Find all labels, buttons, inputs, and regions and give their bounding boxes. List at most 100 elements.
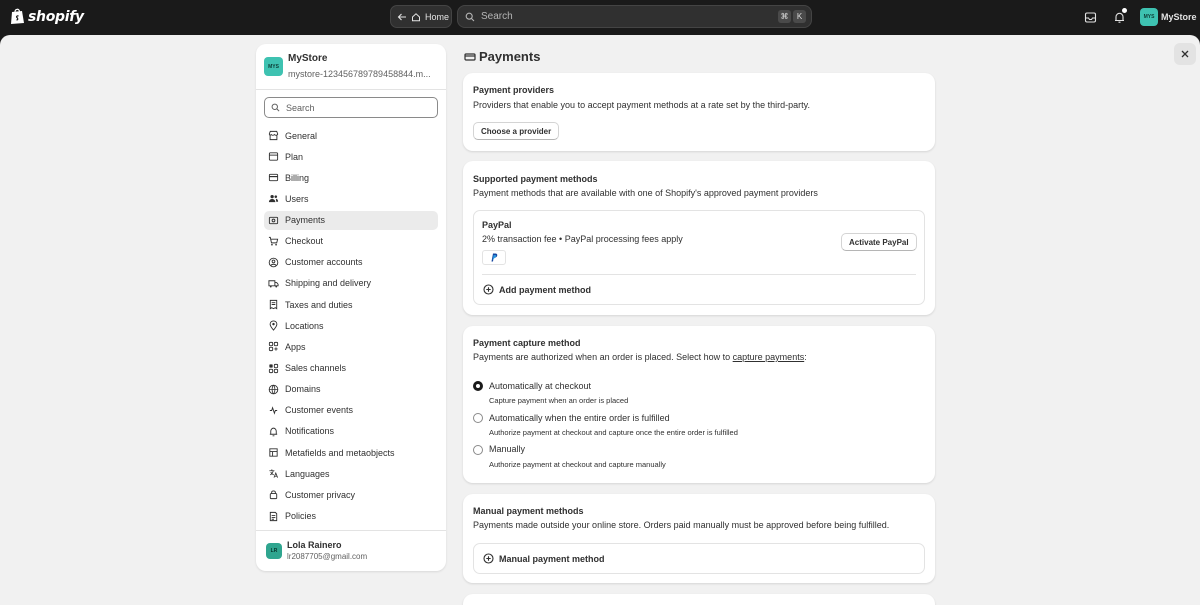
settings-search-input[interactable]: Search bbox=[264, 97, 438, 118]
global-search-placeholder: Search bbox=[481, 11, 513, 22]
sidebar-item-domains[interactable]: Domains bbox=[264, 380, 438, 399]
capture-subtitle-text: Payments are authorized when an order is… bbox=[473, 352, 733, 362]
sidebar-item-label: Domains bbox=[285, 384, 321, 395]
shopify-bag-icon bbox=[11, 8, 24, 24]
global-search-input[interactable]: Search ⌘ K bbox=[457, 5, 812, 28]
divider bbox=[256, 530, 446, 531]
page-title: Payments bbox=[464, 49, 540, 64]
billing-icon bbox=[268, 174, 279, 182]
sidebar-item-label: Locations bbox=[285, 320, 324, 331]
users-icon bbox=[268, 195, 279, 203]
sidebar-item-label: Customer privacy bbox=[285, 489, 356, 500]
sidebar-item-users[interactable]: Users bbox=[264, 189, 438, 208]
close-settings-button[interactable] bbox=[1174, 43, 1196, 65]
payments-icon bbox=[464, 52, 476, 61]
paypal-logo-badge bbox=[482, 250, 506, 265]
radio-label: Automatically when the entire order is f… bbox=[489, 413, 670, 423]
card-subtitle: Payments are authorized when an order is… bbox=[473, 352, 807, 362]
shopify-logo[interactable]: shopify bbox=[10, 8, 84, 25]
sidebar-item-apps[interactable]: Apps bbox=[264, 337, 438, 356]
card-subtitle: Payment methods that are available with … bbox=[473, 188, 818, 198]
user-name: Lola Rainero bbox=[287, 540, 342, 550]
radio-manually[interactable] bbox=[473, 445, 483, 455]
sidebar-item-customer-events[interactable]: Customer events bbox=[264, 401, 438, 420]
manual-payment-methods-card: Manual payment methods Payments made out… bbox=[463, 494, 935, 583]
radio-label: Automatically at checkout bbox=[489, 381, 592, 391]
globe-icon bbox=[268, 384, 279, 394]
sidebar-item-label: Customer events bbox=[285, 405, 354, 416]
sidebar-item-general[interactable]: General bbox=[264, 126, 438, 145]
sidebar-item-payments[interactable]: Payments bbox=[264, 210, 438, 230]
store-menu-name[interactable]: MyStore bbox=[1161, 12, 1197, 22]
sidebar-item-checkout[interactable]: Checkout bbox=[264, 232, 438, 251]
store-icon bbox=[268, 130, 279, 141]
search-icon bbox=[465, 12, 475, 21]
radio-automatic-fulfilled[interactable] bbox=[473, 413, 483, 423]
add-payment-method-label: Add payment method bbox=[499, 284, 592, 295]
sidebar-item-locations[interactable]: Locations bbox=[264, 316, 438, 335]
sidebar-item-customer-privacy[interactable]: Customer privacy bbox=[264, 485, 438, 504]
sidebar-item-label: Users bbox=[285, 193, 309, 204]
sidebar-item-customer-accounts[interactable]: Customer accounts bbox=[264, 253, 438, 272]
sidebar-item-policies[interactable]: Policies bbox=[264, 507, 438, 526]
sidebar-item-metafields-and-metaobjects[interactable]: Metafields and metaobjects bbox=[264, 443, 438, 462]
search-icon bbox=[271, 103, 280, 112]
manual-method-box: Manual payment method bbox=[473, 543, 925, 574]
truck-icon bbox=[268, 280, 279, 288]
home-button[interactable]: Home bbox=[390, 5, 452, 28]
radio-help-text: Authorize payment at checkout and captur… bbox=[489, 428, 738, 437]
payment-providers-card: Payment providers Providers that enable … bbox=[463, 73, 935, 151]
sidebar-item-shipping-and-delivery[interactable]: Shipping and delivery bbox=[264, 274, 438, 293]
sidebar-item-label: Sales channels bbox=[285, 363, 347, 374]
store-domain: mystore-123456789789458844.m... bbox=[288, 69, 431, 79]
store-name: MyStore bbox=[288, 53, 328, 64]
sidebar-item-label: Payments bbox=[285, 215, 326, 226]
person-icon bbox=[268, 257, 279, 268]
plus-circle-icon bbox=[483, 284, 494, 295]
sidebar-item-label: Apps bbox=[285, 341, 306, 352]
choose-provider-button[interactable]: Choose a provider bbox=[473, 122, 560, 140]
manual-payment-method-label: Manual payment method bbox=[499, 553, 605, 564]
add-payment-method-button[interactable]: Add payment method bbox=[483, 284, 591, 295]
sidebar-item-billing[interactable]: Billing bbox=[264, 168, 438, 187]
sidebar-item-label: Customer accounts bbox=[285, 257, 363, 268]
location-icon bbox=[269, 320, 278, 332]
close-icon bbox=[1181, 50, 1189, 58]
card-title: Payment capture method bbox=[473, 338, 581, 348]
add-manual-payment-method-button[interactable]: Manual payment method bbox=[483, 553, 605, 564]
paypal-name: PayPal bbox=[482, 220, 512, 230]
language-icon bbox=[269, 469, 279, 479]
store-inbox-icon[interactable] bbox=[1082, 9, 1098, 25]
activate-paypal-button[interactable]: Activate PayPal bbox=[841, 233, 917, 251]
cart-icon bbox=[268, 236, 279, 246]
top-bar: shopify Home Search ⌘ K MYS MyStore bbox=[0, 0, 1200, 35]
sidebar-item-label: Checkout bbox=[285, 236, 324, 247]
settings-modal: MYS MyStore mystore-123456789789458844.m… bbox=[0, 35, 1200, 605]
divider bbox=[256, 89, 446, 90]
channels-icon bbox=[268, 363, 279, 373]
home-icon bbox=[412, 12, 420, 21]
supported-payment-methods-card: Supported payment methods Payment method… bbox=[463, 161, 935, 315]
capture-payments-link[interactable]: capture payments bbox=[733, 352, 805, 362]
notification-dot bbox=[1122, 8, 1127, 13]
plan-icon bbox=[268, 152, 279, 161]
sidebar-item-label: Notifications bbox=[285, 426, 335, 437]
payment-capture-card: Payment capture method Payments are auth… bbox=[463, 326, 935, 483]
store-avatar[interactable]: MYS bbox=[1140, 8, 1158, 26]
radio-automatic-checkout[interactable] bbox=[473, 381, 483, 391]
card-title: Payment providers bbox=[473, 85, 555, 95]
arrow-left-icon bbox=[397, 13, 406, 20]
paypal-logo-icon bbox=[491, 253, 498, 262]
paypal-fees: 2% transaction fee • PayPal processing f… bbox=[482, 234, 683, 244]
sidebar-item-taxes-and-duties[interactable]: Taxes and duties bbox=[264, 295, 438, 314]
sidebar-item-label: Metafields and metaobjects bbox=[285, 447, 395, 458]
paypal-method-box: PayPal 2% transaction fee • PayPal proce… bbox=[473, 210, 925, 305]
radio-help-text: Authorize payment at checkout and captur… bbox=[489, 460, 666, 469]
receipt-icon bbox=[269, 300, 278, 310]
sidebar-item-languages[interactable]: Languages bbox=[264, 464, 438, 483]
sidebar-item-plan[interactable]: Plan bbox=[264, 147, 438, 166]
card-subtitle: Providers that enable you to accept paym… bbox=[473, 100, 811, 110]
sidebar-item-notifications[interactable]: Notifications bbox=[264, 422, 438, 441]
bell-icon bbox=[269, 427, 278, 437]
sidebar-item-sales-channels[interactable]: Sales channels bbox=[264, 359, 438, 378]
